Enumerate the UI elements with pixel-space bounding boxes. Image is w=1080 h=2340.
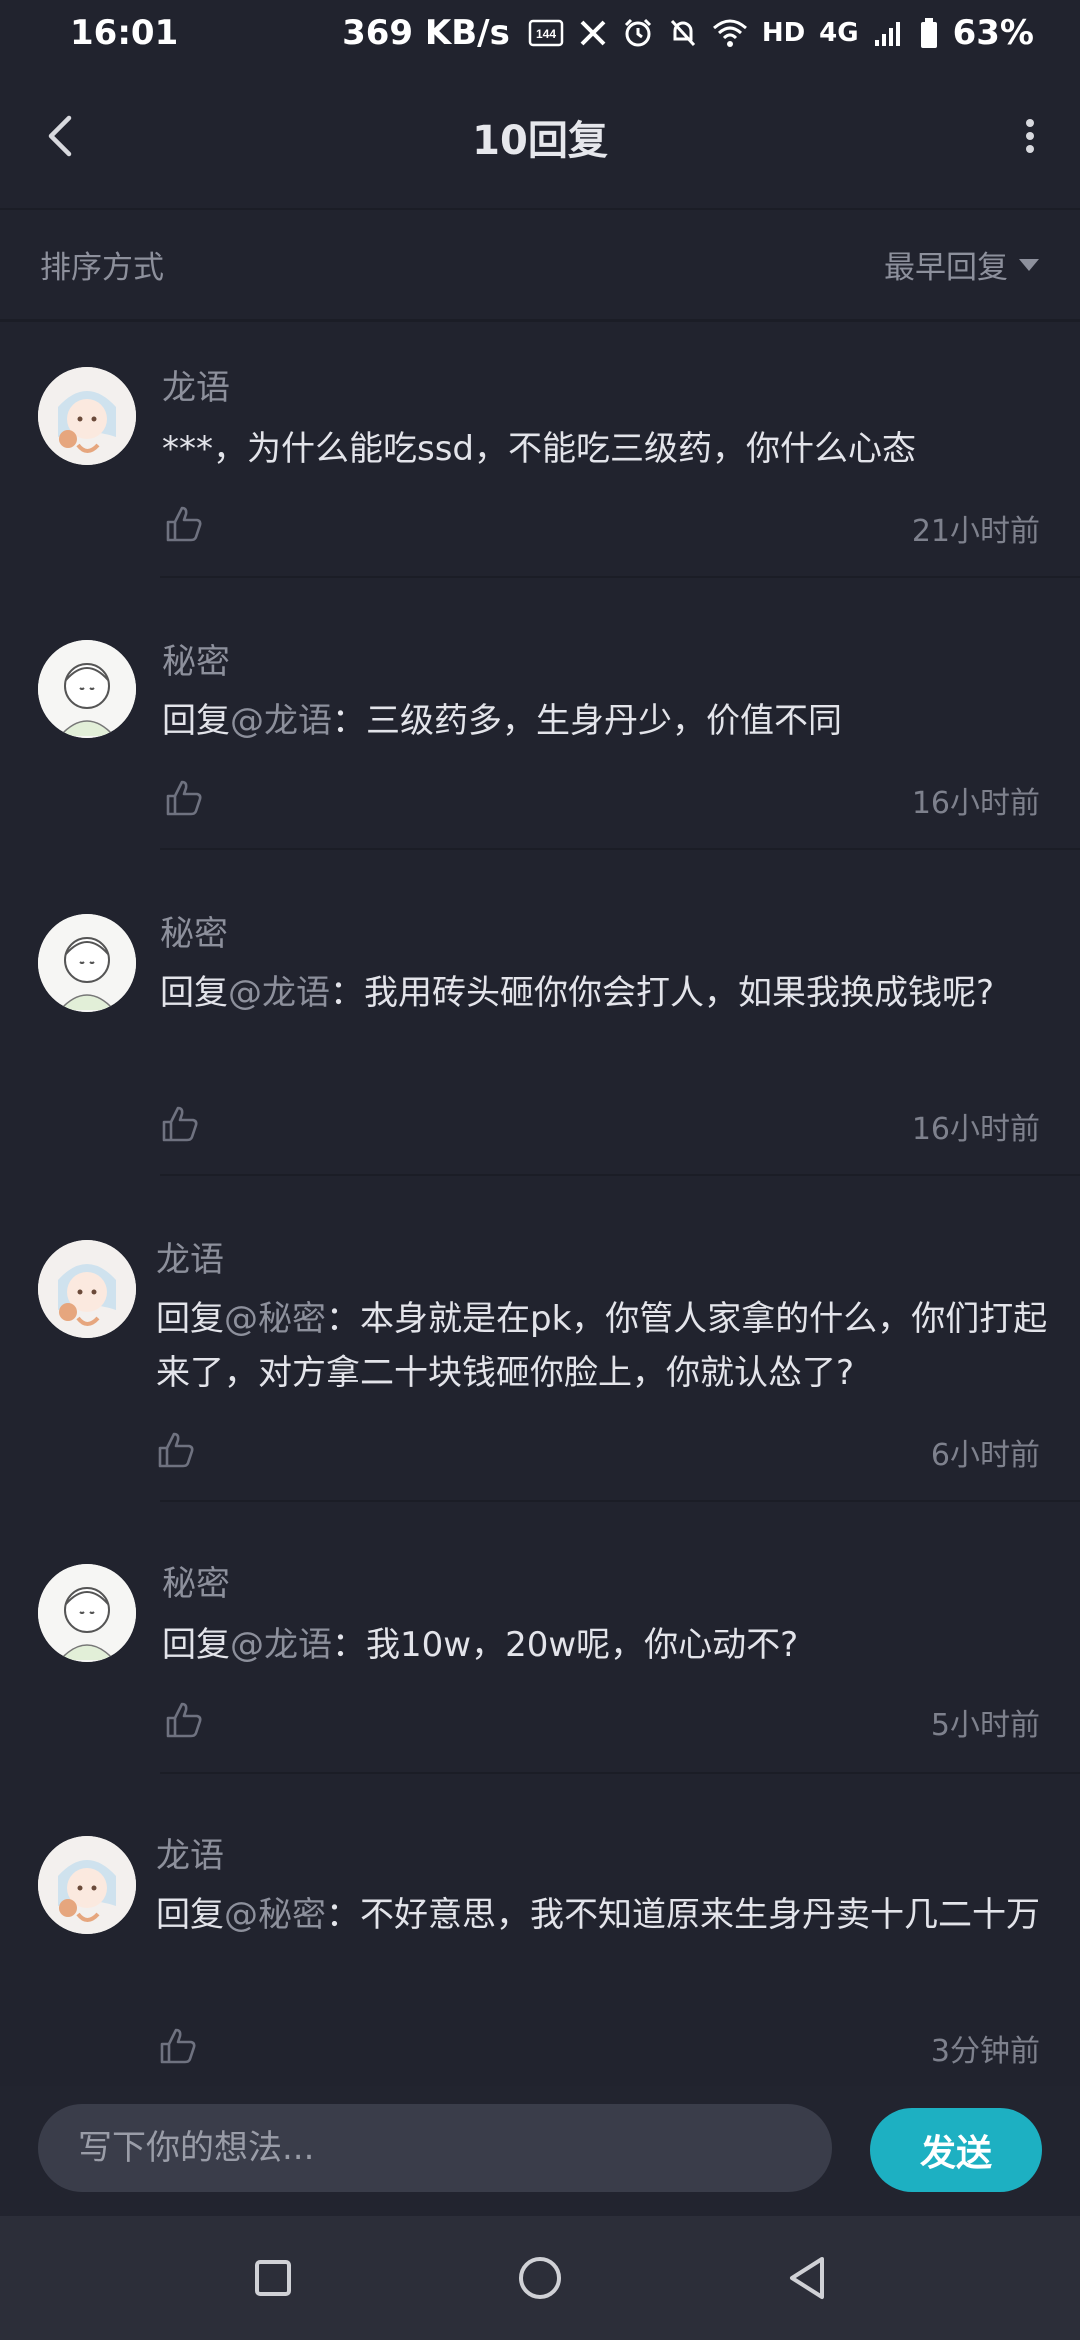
comment-time: 5小时前 (930, 1708, 1040, 1743)
network-hd-label: HD (761, 18, 806, 48)
comment-body: 三级药多，生身丹少，价值不同 (366, 701, 842, 741)
system-back-button[interactable] (767, 2238, 847, 2318)
like-button[interactable] (158, 1102, 202, 1146)
comment-colon: ： (330, 973, 364, 1013)
anime-girl-avatar[interactable] (38, 367, 136, 465)
comment-prefix: 回复 (160, 973, 228, 1013)
comment-time: 21小时前 (911, 514, 1040, 549)
comment-item: 秘密 回复@龙语：三级药多，生身丹少，价值不同 16小时前 (0, 578, 1080, 850)
refresh-rate-icon: 144 (528, 18, 564, 48)
sort-label: 排序方式 (40, 250, 164, 286)
thumbs-up-icon (158, 1432, 194, 1468)
comment-author[interactable]: 龙语 (156, 1828, 224, 1877)
sort-dropdown[interactable]: 最早回复 (884, 242, 1040, 287)
thumbs-up-icon (160, 2028, 196, 2064)
chevron-left-icon (48, 115, 72, 157)
like-button[interactable] (156, 2024, 200, 2068)
like-button[interactable] (162, 502, 206, 546)
wifi-icon (712, 18, 748, 48)
sketch-boy-avatar[interactable] (38, 640, 136, 738)
anime-girl-avatar[interactable] (38, 1836, 136, 1934)
comment-text: 回复@秘密：本身就是在pk，你管人家拿的什么，你们打起来了，对方拿二十块钱砸你脸… (156, 1292, 1056, 1400)
comment-body: 我用砖头砸你你会打人，如果我换成钱呢? (364, 973, 995, 1013)
comment-mention[interactable]: @龙语 (230, 1625, 332, 1665)
alarm-icon (622, 17, 654, 49)
comment-colon: ： (326, 1299, 360, 1339)
comment-text: 回复@龙语：我10w，20w呢，你心动不? (162, 1618, 1062, 1672)
circle-icon (518, 2257, 561, 2299)
thumbs-up-icon (162, 1106, 198, 1142)
thumbs-up-icon (166, 780, 202, 816)
comment-author[interactable]: 龙语 (162, 360, 230, 409)
system-nav-bar (0, 2216, 1080, 2340)
comment-prefix: 回复 (156, 1299, 224, 1339)
comment-prefix: 回复 (162, 701, 230, 741)
sort-bar: 排序方式 最早回复 (0, 210, 1080, 322)
comment-author[interactable]: 秘密 (162, 1556, 230, 1605)
triangle-back-icon (789, 2257, 824, 2299)
comment-prefix: 回复 (162, 1625, 230, 1665)
comment-mention[interactable]: @龙语 (228, 973, 330, 1013)
network-speed: 369 KB/s (342, 13, 510, 53)
status-time: 16:01 (70, 13, 179, 53)
sketch-boy-avatar[interactable] (38, 914, 136, 1012)
comment-mention[interactable]: @秘密 (224, 1895, 326, 1935)
network-gen-label: 4G (819, 18, 859, 48)
comment-item: 秘密 回复@龙语：我10w，20w呢，你心动不? 5小时前 (0, 1502, 1080, 1774)
page-title: 10回复 (472, 118, 608, 164)
vertical-ellipsis-icon (1026, 119, 1034, 153)
comment-body: 不好意思，我不知道原来生身丹卖十几二十万 (360, 1895, 1040, 1935)
comment-item: 秘密 回复@龙语：我用砖头砸你你会打人，如果我换成钱呢? 16小时前 (0, 850, 1080, 1176)
comment-body: ***，为什么能吃ssd，不能吃三级药，你什么心态 (162, 429, 917, 469)
reply-input[interactable] (38, 2104, 832, 2192)
reply-input-bar: 发送 (0, 2086, 1080, 2216)
comment-prefix: 回复 (156, 1895, 224, 1935)
comment-author[interactable]: 秘密 (162, 634, 230, 683)
comment-author[interactable]: 秘密 (160, 906, 228, 955)
mute-bell-icon (668, 17, 698, 49)
thumbs-up-icon (166, 1702, 202, 1738)
comment-item: 龙语 ***，为什么能吃ssd，不能吃三级药，你什么心态 21小时前 (0, 322, 1080, 578)
back-button[interactable] (30, 106, 90, 166)
status-icons: 369 KB/s 144 HD 4G 63% (342, 13, 1034, 53)
comment-text: 回复@龙语：我用砖头砸你你会打人，如果我换成钱呢? (160, 966, 1060, 1020)
home-button[interactable] (500, 2238, 580, 2318)
comment-time: 16小时前 (911, 786, 1040, 821)
comment-item: 龙语 回复@秘密：本身就是在pk，你管人家拿的什么，你们打起来了，对方拿二十块钱… (0, 1176, 1080, 1502)
comment-colon: ： (326, 1895, 360, 1935)
comment-body: 我10w，20w呢，你心动不? (366, 1625, 799, 1665)
anime-girl-avatar[interactable] (38, 1240, 136, 1338)
recents-button[interactable] (233, 2238, 313, 2318)
status-bar: 16:01 369 KB/s 144 HD 4G 63% (0, 0, 1080, 66)
like-button[interactable] (162, 1698, 206, 1742)
like-button[interactable] (154, 1428, 198, 1472)
square-icon (255, 2260, 292, 2296)
comment-time: 3分钟前 (930, 2034, 1040, 2069)
sort-value: 最早回复 (884, 250, 1008, 286)
comment-text: 回复@秘密：不好意思，我不知道原来生身丹卖十几二十万 (156, 1888, 1056, 1942)
comment-mention[interactable]: @龙语 (230, 701, 332, 741)
like-button[interactable] (162, 776, 206, 820)
comment-time: 6小时前 (930, 1438, 1040, 1473)
send-button[interactable]: 发送 (870, 2108, 1042, 2192)
sketch-boy-avatar[interactable] (38, 1564, 136, 1662)
comment-author[interactable]: 龙语 (156, 1232, 224, 1281)
comment-item: 龙语 回复@秘密：不好意思，我不知道原来生身丹卖十几二十万 3分钟前 (0, 1774, 1080, 2086)
battery-percent: 63% (952, 13, 1034, 53)
app-header: 10回复 (0, 66, 1080, 210)
refresh-rate-value: 144 (536, 27, 556, 41)
battery-icon (919, 17, 939, 49)
comment-colon: ： (332, 1625, 366, 1665)
comment-time: 16小时前 (911, 1112, 1040, 1147)
signal-icon (873, 18, 905, 48)
caret-down-icon (1019, 258, 1039, 271)
x-logo-icon (578, 18, 608, 48)
more-options-button[interactable] (1000, 106, 1060, 166)
comment-mention[interactable]: @秘密 (224, 1299, 326, 1339)
comment-text: ***，为什么能吃ssd，不能吃三级药，你什么心态 (162, 422, 1062, 476)
comment-colon: ： (332, 701, 366, 741)
comment-text: 回复@龙语：三级药多，生身丹少，价值不同 (162, 694, 1062, 748)
thumbs-up-icon (166, 506, 202, 542)
reply-thread-screen: 16:01 369 KB/s 144 HD 4G 63% 10回复 排序方式 最… (0, 0, 1080, 2340)
